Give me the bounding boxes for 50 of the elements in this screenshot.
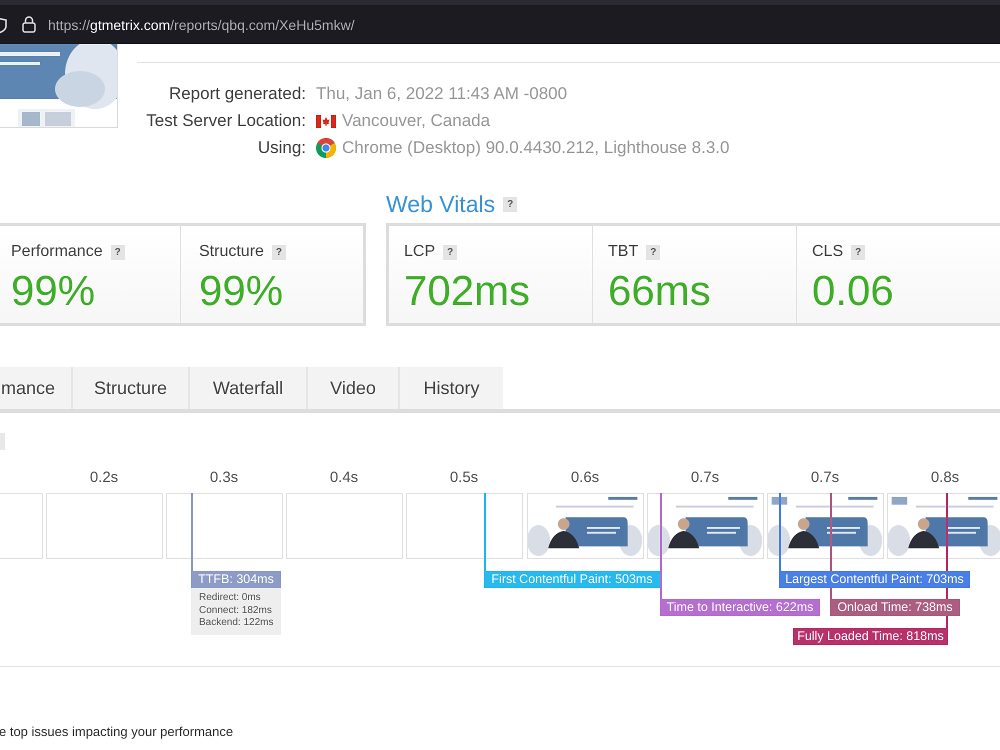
detail-text: Connect: 182ms	[199, 604, 273, 617]
info-value: Chrome (Desktop) 90.0.4430.212, Lighthouse 8.3.0	[342, 137, 730, 159]
time-label: 0.6s	[570, 469, 600, 486]
detail-text: Backend: 122ms	[199, 617, 274, 630]
time-label: 0.5s	[448, 469, 480, 486]
section-title: Web Vitals	[386, 190, 496, 218]
help-button[interactable]: ?	[503, 196, 518, 212]
score-label: LCP	[404, 243, 436, 261]
score-value: 99%	[11, 266, 96, 316]
help-button[interactable]: ?	[110, 244, 125, 260]
score-value: 702ms	[404, 266, 532, 316]
tab[interactable]: mance	[0, 367, 73, 409]
help-button[interactable]: ?	[851, 244, 866, 260]
shield-icon	[0, 16, 10, 34]
time-label: 0.4s	[328, 469, 360, 486]
chrome-icon	[316, 138, 336, 158]
tab[interactable]: Video	[308, 367, 400, 409]
flag-icon	[316, 114, 336, 128]
marker-label: First Contentful Paint: 503ms	[484, 571, 660, 588]
info-label: Using:	[256, 137, 306, 159]
help-button[interactable]: ?	[443, 244, 458, 260]
score-value: 0.06	[812, 266, 895, 316]
lock-icon	[22, 16, 36, 33]
tab[interactable]: Structure	[73, 367, 190, 409]
help-button[interactable]: ?	[646, 244, 660, 260]
score-value: 66ms	[608, 266, 712, 316]
marker-label: Onload Time: 738ms	[830, 599, 960, 616]
info-value: Thu, Jan 6, 2022 11:43 AM -0800	[316, 83, 568, 105]
info-label: Report generated:	[168, 83, 306, 105]
marker-label: TTFB: 304ms	[191, 571, 281, 588]
tab[interactable]: History	[400, 367, 503, 409]
detail-text: Redirect: 0ms	[199, 592, 262, 604]
score-value: 99%	[199, 266, 284, 316]
time-label: 0.7s	[810, 469, 840, 486]
time-label: 0.3s	[208, 469, 240, 486]
tab[interactable]: Waterfall	[190, 367, 308, 409]
score-label: TBT	[608, 243, 638, 261]
marker-label: Largest Contentful Paint: 703ms	[779, 571, 970, 588]
help-button[interactable]: ?	[272, 244, 286, 260]
info-value: Vancouver, Canada	[342, 110, 490, 132]
info-label: Test Server Location:	[145, 110, 306, 132]
time-label: 0.8s	[930, 469, 960, 486]
time-label: 0.7s	[690, 469, 720, 486]
score-label: Structure	[199, 243, 264, 261]
url-field[interactable]: https://gtmetrix.com/reports/qbq.com/XeHu5mkw/	[48, 16, 355, 32]
marker-label: Time to Interactive: 622ms	[660, 599, 820, 616]
score-label: Performance	[11, 243, 103, 261]
score-label: CLS	[812, 243, 844, 261]
time-label: 0.2s	[88, 469, 120, 486]
marker-label: Fully Loaded Time: 818ms	[793, 628, 948, 645]
